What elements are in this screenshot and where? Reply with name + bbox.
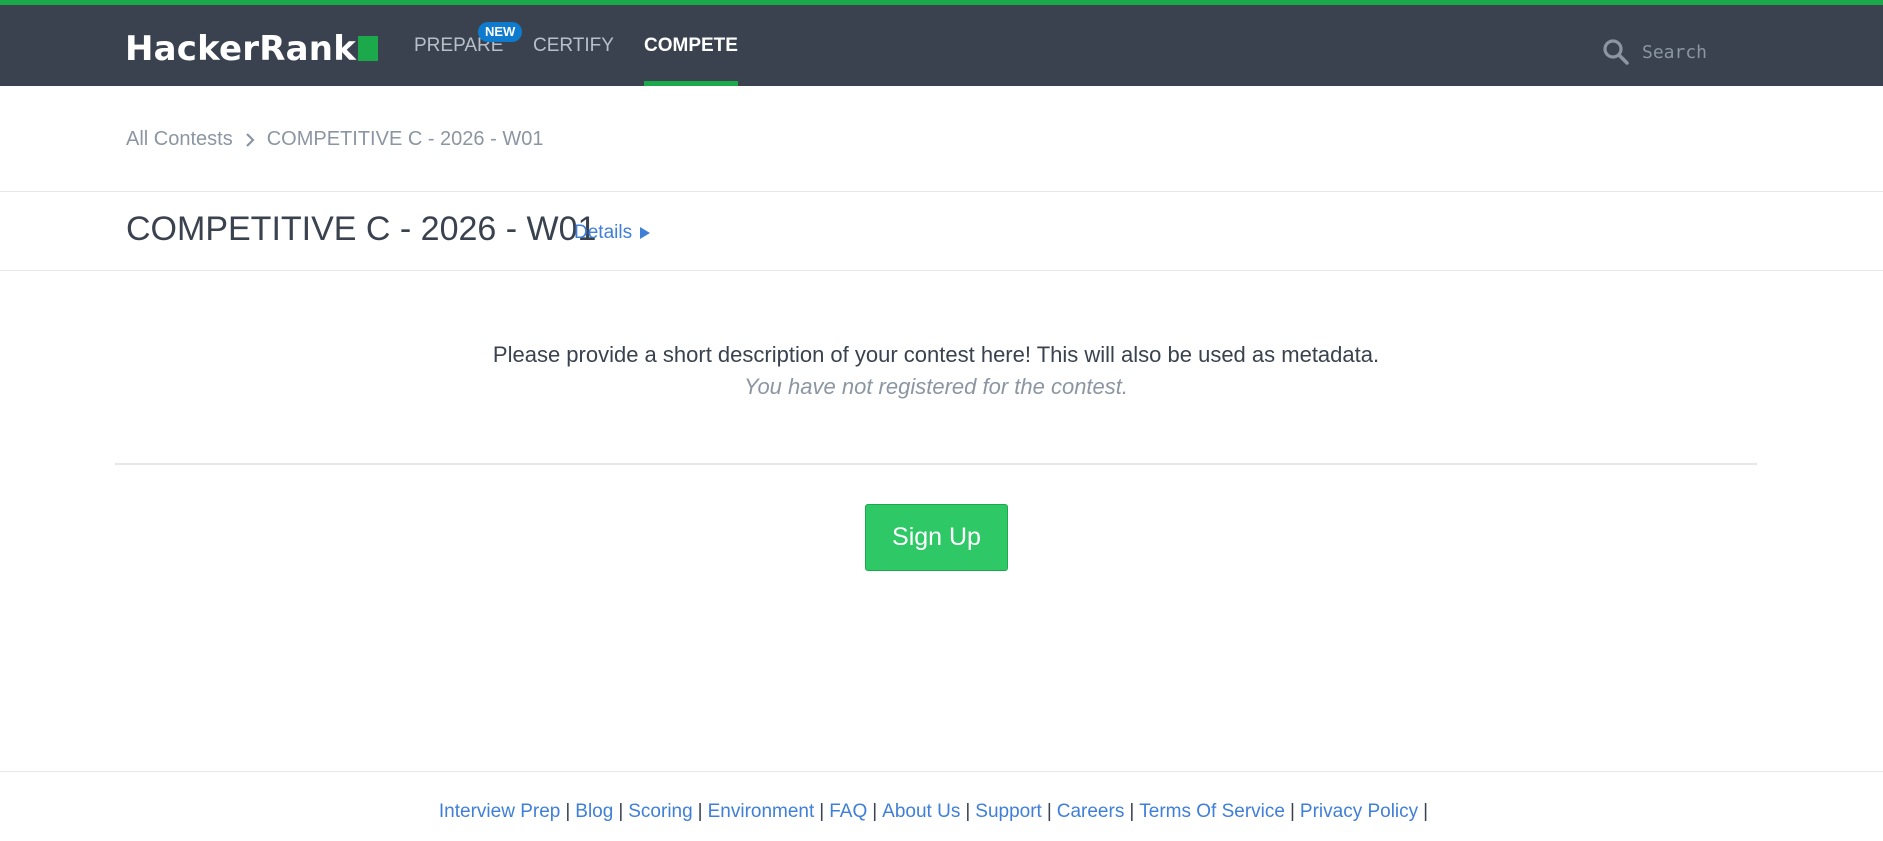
footer-separator: |	[819, 801, 825, 822]
footer-link-about-us[interactable]: About Us	[882, 801, 960, 822]
details-link[interactable]: Details	[574, 222, 651, 244]
nav-compete[interactable]: COMPETE	[644, 5, 738, 86]
footer-link-terms-of-service[interactable]: Terms Of Service	[1139, 801, 1285, 822]
search-input[interactable]	[1640, 33, 1814, 71]
footer-separator: |	[1129, 801, 1135, 822]
footer-separator: |	[872, 801, 878, 822]
footer-link-scoring[interactable]: Scoring	[628, 801, 692, 822]
footer-separator: |	[565, 801, 571, 822]
contest-description: Please provide a short description of yo…	[492, 342, 1380, 367]
details-link-label: Details	[574, 222, 633, 243]
hackerrank-logo[interactable]: HackerRank	[125, 29, 379, 69]
contest-title: COMPETITIVE C - 2026 - W01	[126, 210, 597, 248]
breadcrumb: All Contests COMPETITIVE C - 2026 - W01	[126, 128, 543, 151]
logo-mark	[358, 36, 379, 61]
footer-link-blog[interactable]: Blog	[575, 801, 613, 822]
registration-status: You have not registered for the contest.	[743, 374, 1129, 399]
footer-link-interview-prep[interactable]: Interview Prep	[439, 801, 560, 822]
footer-separator: |	[1046, 801, 1052, 822]
content-divider	[115, 463, 1757, 465]
footer-link-privacy-policy[interactable]: Privacy Policy	[1300, 801, 1418, 822]
chevron-right-icon	[245, 132, 255, 147]
footer-link-faq[interactable]: FAQ	[829, 801, 867, 822]
logo-text: HackerRank	[125, 29, 357, 69]
title-divider	[0, 270, 1883, 271]
sign-up-button[interactable]: Sign Up	[865, 504, 1008, 571]
footer-links: Interview Prep | Blog | Scoring | Environment |…	[0, 801, 1872, 823]
footer-separator: |	[697, 801, 703, 822]
nav-certify[interactable]: CERTIFY	[533, 5, 614, 86]
breadcrumb-all-contests[interactable]: All Contests	[126, 128, 233, 151]
breadcrumb-divider	[0, 191, 1883, 192]
footer-separator: |	[965, 801, 971, 822]
play-triangle-icon	[640, 227, 651, 239]
footer-separator: |	[1289, 801, 1295, 822]
footer-separator: |	[618, 801, 624, 822]
footer-divider	[0, 771, 1883, 772]
new-badge: NEW	[478, 22, 523, 42]
nav-prepare[interactable]: PREPARE	[414, 5, 503, 86]
footer-separator: |	[1423, 801, 1429, 822]
footer-link-careers[interactable]: Careers	[1057, 801, 1125, 822]
footer-link-support[interactable]: Support	[975, 801, 1042, 822]
search-icon[interactable]	[1602, 38, 1630, 66]
footer-link-environment[interactable]: Environment	[708, 801, 815, 822]
top-navbar: HackerRank PREPARE NEW CERTIFY COMPETE	[0, 0, 1883, 86]
breadcrumb-current: COMPETITIVE C - 2026 - W01	[266, 128, 544, 150]
